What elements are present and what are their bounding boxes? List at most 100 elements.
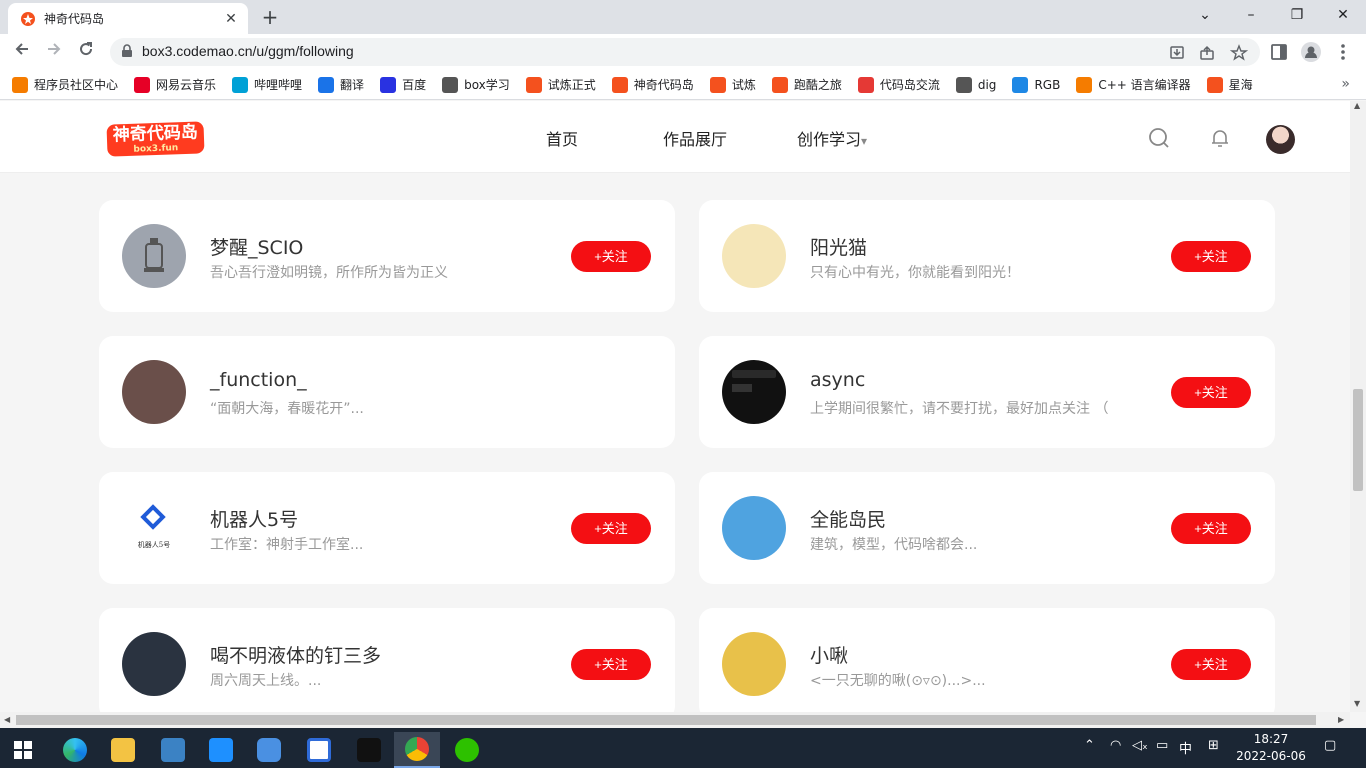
close-window-button[interactable]: ✕: [1320, 0, 1366, 32]
install-app-icon[interactable]: [1168, 44, 1186, 62]
system-clock[interactable]: 18:27 2022-06-06: [1232, 731, 1310, 765]
user-card[interactable]: 全能岛民 建筑，模型，代码啥都会... +关注: [699, 472, 1275, 584]
profile-icon[interactable]: [1300, 41, 1322, 63]
user-avatar[interactable]: 机器人5号: [122, 496, 186, 560]
user-avatar[interactable]: [122, 224, 186, 288]
reload-button[interactable]: [74, 40, 98, 64]
bookmark-item[interactable]: 星海: [1206, 76, 1253, 93]
user-avatar[interactable]: [1266, 125, 1295, 154]
tab-search-chevron-icon[interactable]: ⌄: [1182, 0, 1228, 32]
taskbar-app-b[interactable]: [296, 732, 342, 768]
user-card[interactable]: 梦醒_SCIO 吾心吾行澄如明镜，所作所为皆为正义 +关注: [99, 200, 675, 312]
back-button[interactable]: [10, 40, 34, 64]
bookmark-item[interactable]: C++ 语言编译器: [1076, 76, 1191, 93]
bookmark-label: 百度: [402, 78, 427, 92]
taskbar-mail[interactable]: [150, 732, 196, 768]
bookmark-star-icon[interactable]: [1230, 44, 1248, 62]
address-bar[interactable]: box3.codemao.cn/u/ggm/following: [110, 38, 1260, 66]
user-card[interactable]: 机器人5号 机器人5号 工作室：神射手工作室... +关注: [99, 472, 675, 584]
nav-home[interactable]: 首页: [546, 126, 578, 150]
bookmark-item[interactable]: 哔哩哔哩: [232, 76, 302, 93]
share-icon[interactable]: [1198, 44, 1216, 62]
site-logo[interactable]: 神奇代码岛 box3.fun: [106, 121, 205, 157]
bookmark-item[interactable]: 代码岛交流: [857, 76, 940, 93]
follow-button[interactable]: +关注: [1171, 377, 1251, 408]
follow-button[interactable]: +关注: [571, 649, 651, 680]
taskbar-edge[interactable]: [52, 732, 98, 768]
taskbar-feishu[interactable]: [246, 732, 292, 768]
tab-close-icon[interactable]: ✕: [222, 11, 240, 27]
user-card[interactable]: 阳光猫 只有心中有光，你就能看到阳光！ +关注: [699, 200, 1275, 312]
volume-muted-icon[interactable]: ◁ₓ: [1132, 738, 1148, 753]
wifi-icon[interactable]: ◠: [1110, 738, 1121, 753]
user-name[interactable]: async: [810, 369, 865, 391]
taskbar-app-blue[interactable]: [198, 732, 244, 768]
horizontal-scrollbar[interactable]: ◀ ▶: [0, 712, 1350, 728]
bookmark-item[interactable]: dig: [955, 76, 996, 93]
scroll-down-arrow-icon[interactable]: ▼: [1354, 699, 1360, 708]
user-card[interactable]: _function_ “面朝大海，春暖花开”...: [99, 336, 675, 448]
user-name[interactable]: 机器人5号: [210, 505, 298, 532]
follow-button[interactable]: +关注: [1171, 513, 1251, 544]
user-name[interactable]: 阳光猫: [810, 233, 867, 260]
box3-icon: [771, 76, 788, 93]
user-avatar[interactable]: [122, 632, 186, 696]
user-name[interactable]: 喝不明液体的钉三多: [210, 641, 381, 668]
bell-icon[interactable]: [1208, 126, 1232, 150]
start-button[interactable]: [0, 732, 46, 768]
bookmark-item[interactable]: 百度: [380, 76, 426, 93]
menu-kebab-icon[interactable]: [1332, 41, 1354, 63]
maximize-button[interactable]: ❐: [1274, 0, 1320, 32]
horizontal-scrollbar-thumb[interactable]: [16, 715, 1316, 725]
bookmark-label: 程序员社区中心: [34, 78, 119, 92]
user-name[interactable]: 小啾: [810, 641, 848, 668]
follow-button[interactable]: +关注: [1171, 241, 1251, 272]
search-icon[interactable]: [1147, 126, 1171, 150]
user-card[interactable]: 小啾 <一只无聊的啾(⊙▿⊙)...>... +关注: [699, 608, 1275, 712]
taskbar-explorer[interactable]: [100, 732, 146, 768]
browser-tab[interactable]: 神奇代码岛 ✕: [8, 3, 248, 34]
taskbar-app-dark[interactable]: [346, 732, 392, 768]
scroll-up-arrow-icon[interactable]: ▲: [1354, 101, 1360, 110]
forward-button[interactable]: [42, 40, 66, 64]
bookmark-item[interactable]: 程序员社区中心: [12, 76, 118, 93]
user-card[interactable]: async 上学期间很繁忙，请不要打扰，最好加点关注 （ +关注: [699, 336, 1275, 448]
taskbar-chrome[interactable]: [394, 732, 440, 768]
bookmark-item[interactable]: 试炼正式: [525, 76, 596, 93]
vertical-scrollbar[interactable]: ▲ ▼: [1350, 101, 1366, 712]
ime-mode-icon[interactable]: ⊞: [1208, 738, 1219, 753]
bookmark-item[interactable]: RGB: [1012, 76, 1060, 93]
bookmark-item[interactable]: 翻译: [318, 76, 364, 93]
minimize-button[interactable]: –: [1228, 0, 1274, 32]
follow-button[interactable]: +关注: [571, 513, 651, 544]
user-name[interactable]: _function_: [210, 369, 307, 391]
vertical-scrollbar-thumb[interactable]: [1353, 389, 1363, 491]
bookmark-item[interactable]: 神奇代码岛: [611, 76, 694, 93]
follow-button[interactable]: +关注: [1171, 649, 1251, 680]
follow-button[interactable]: +关注: [571, 241, 651, 272]
nav-gallery[interactable]: 作品展厅: [663, 126, 727, 150]
bookmark-item[interactable]: 试炼: [709, 76, 756, 93]
side-panel-icon[interactable]: [1268, 41, 1290, 63]
user-avatar[interactable]: [722, 224, 786, 288]
user-name[interactable]: 全能岛民: [810, 505, 886, 532]
new-tab-button[interactable]: +: [258, 5, 282, 29]
bookmarks-overflow-icon[interactable]: »: [1341, 76, 1350, 92]
bookmark-item[interactable]: box学习: [442, 76, 510, 93]
tray-expand-icon[interactable]: ⌃: [1084, 738, 1095, 753]
notification-icon[interactable]: ▢: [1324, 738, 1336, 753]
user-avatar[interactable]: [122, 360, 186, 424]
ime-indicator[interactable]: 中: [1179, 738, 1192, 757]
nav-learn[interactable]: 创作学习▾: [797, 126, 867, 150]
bookmark-item[interactable]: 跑酷之旅: [771, 76, 842, 93]
scroll-left-arrow-icon[interactable]: ◀: [4, 715, 10, 724]
user-avatar[interactable]: [722, 496, 786, 560]
user-name[interactable]: 梦醒_SCIO: [210, 233, 303, 260]
user-card[interactable]: 喝不明液体的钉三多 周六周天上线。... +关注: [99, 608, 675, 712]
scroll-right-arrow-icon[interactable]: ▶: [1338, 715, 1344, 724]
user-avatar[interactable]: [722, 360, 786, 424]
bookmark-item[interactable]: 网易云音乐: [134, 76, 216, 93]
battery-icon[interactable]: ▭: [1156, 738, 1168, 753]
taskbar-wechat[interactable]: [444, 732, 490, 768]
user-avatar[interactable]: [722, 632, 786, 696]
